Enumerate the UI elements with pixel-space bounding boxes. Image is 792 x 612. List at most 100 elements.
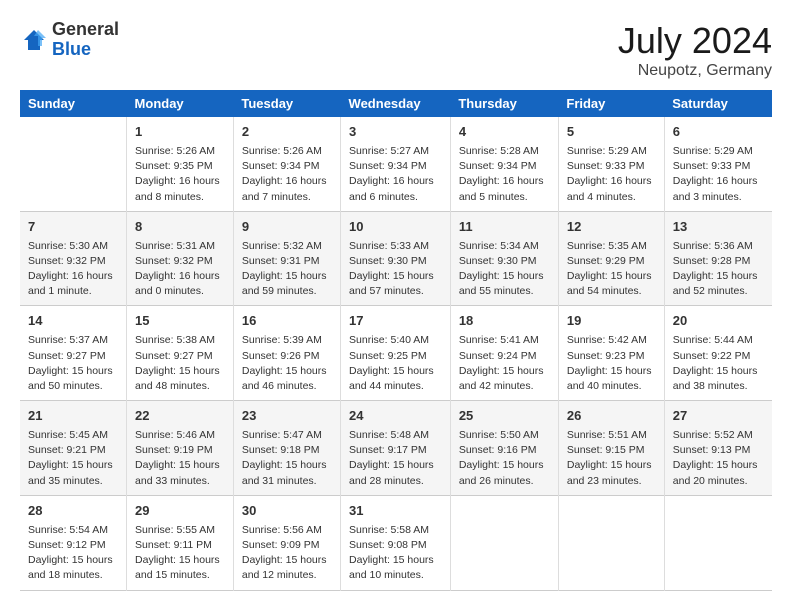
day-info: Sunrise: 5:28 AM Sunset: 9:34 PM Dayligh… — [459, 144, 550, 205]
day-info: Sunrise: 5:35 AM Sunset: 9:29 PM Dayligh… — [567, 239, 656, 300]
calendar-week-row: 7Sunrise: 5:30 AM Sunset: 9:32 PM Daylig… — [20, 211, 772, 306]
day-number: 14 — [28, 312, 118, 331]
calendar-cell: 24Sunrise: 5:48 AM Sunset: 9:17 PM Dayli… — [341, 401, 451, 496]
day-info: Sunrise: 5:36 AM Sunset: 9:28 PM Dayligh… — [673, 239, 764, 300]
day-number: 15 — [135, 312, 225, 331]
day-number: 3 — [349, 123, 442, 142]
day-number: 29 — [135, 502, 225, 521]
day-number: 26 — [567, 407, 656, 426]
day-info: Sunrise: 5:52 AM Sunset: 9:13 PM Dayligh… — [673, 428, 764, 489]
day-info: Sunrise: 5:55 AM Sunset: 9:11 PM Dayligh… — [135, 523, 225, 584]
day-info: Sunrise: 5:58 AM Sunset: 9:08 PM Dayligh… — [349, 523, 442, 584]
day-info: Sunrise: 5:54 AM Sunset: 9:12 PM Dayligh… — [28, 523, 118, 584]
day-info: Sunrise: 5:51 AM Sunset: 9:15 PM Dayligh… — [567, 428, 656, 489]
day-info: Sunrise: 5:45 AM Sunset: 9:21 PM Dayligh… — [28, 428, 118, 489]
col-header-monday: Monday — [127, 90, 234, 117]
day-info: Sunrise: 5:34 AM Sunset: 9:30 PM Dayligh… — [459, 239, 550, 300]
day-info: Sunrise: 5:42 AM Sunset: 9:23 PM Dayligh… — [567, 333, 656, 394]
day-info: Sunrise: 5:29 AM Sunset: 9:33 PM Dayligh… — [567, 144, 656, 205]
logo-icon — [20, 26, 48, 54]
day-info: Sunrise: 5:26 AM Sunset: 9:35 PM Dayligh… — [135, 144, 225, 205]
calendar-cell: 31 Sunrise: 5:58 AM Sunset: 9:08 PM Dayli… — [341, 495, 451, 590]
calendar-cell: 27 Sunrise: 5:52 AM Sunset: 9:13 PM Dayli… — [664, 401, 772, 496]
day-number: 4 — [459, 123, 550, 142]
day-number: 18 — [459, 312, 550, 331]
day-info: Sunrise: 5:40 AM Sunset: 9:25 PM Dayligh… — [349, 333, 442, 394]
day-number: 27 — [673, 407, 764, 426]
day-info: Sunrise: 5:26 AM Sunset: 9:34 PM Dayligh… — [242, 144, 332, 205]
calendar-cell: 18 Sunrise: 5:41 AM Sunset: 9:24 PM Dayli… — [450, 306, 558, 401]
calendar-cell: 2 Sunrise: 5:26 AM Sunset: 9:34 PM Daylig… — [233, 117, 340, 211]
calendar-week-row: 28 Sunrise: 5:54 AM Sunset: 9:12 PM Dayli… — [20, 495, 772, 590]
calendar-cell: 20Sunrise: 5:44 AM Sunset: 9:22 PM Dayli… — [664, 306, 772, 401]
calendar-cell: 6Sunrise: 5:29 AM Sunset: 9:33 PM Daylig… — [664, 117, 772, 211]
day-info: Sunrise: 5:56 AM Sunset: 9:09 PM Dayligh… — [242, 523, 332, 584]
calendar-header-row: SundayMondayTuesdayWednesdayThursdayFrid… — [20, 90, 772, 117]
calendar-cell: 13 Sunrise: 5:36 AM Sunset: 9:28 PM Dayli… — [664, 211, 772, 306]
day-info: Sunrise: 5:47 AM Sunset: 9:18 PM Dayligh… — [242, 428, 332, 489]
day-info: Sunrise: 5:30 AM Sunset: 9:32 PM Dayligh… — [28, 239, 118, 300]
day-info: Sunrise: 5:39 AM Sunset: 9:26 PM Dayligh… — [242, 333, 332, 394]
day-number: 28 — [28, 502, 118, 521]
day-number: 11 — [459, 218, 550, 237]
calendar-cell: 19 Sunrise: 5:42 AM Sunset: 9:23 PM Dayli… — [558, 306, 664, 401]
location: Neupotz, Germany — [618, 62, 772, 80]
calendar-cell: 17 Sunrise: 5:40 AM Sunset: 9:25 PM Dayli… — [341, 306, 451, 401]
col-header-friday: Friday — [558, 90, 664, 117]
calendar-cell: 5 Sunrise: 5:29 AM Sunset: 9:33 PM Daylig… — [558, 117, 664, 211]
day-info: Sunrise: 5:29 AM Sunset: 9:33 PM Dayligh… — [673, 144, 764, 205]
calendar-cell: 28 Sunrise: 5:54 AM Sunset: 9:12 PM Dayli… — [20, 495, 127, 590]
day-info: Sunrise: 5:44 AM Sunset: 9:22 PM Dayligh… — [673, 333, 764, 394]
day-number: 13 — [673, 218, 764, 237]
logo-text: General Blue — [52, 20, 119, 60]
calendar-cell: 11 Sunrise: 5:34 AM Sunset: 9:30 PM Dayli… — [450, 211, 558, 306]
day-info: Sunrise: 5:31 AM Sunset: 9:32 PM Dayligh… — [135, 239, 225, 300]
day-number: 16 — [242, 312, 332, 331]
calendar-cell — [664, 495, 772, 590]
calendar-week-row: 1 Sunrise: 5:26 AM Sunset: 9:35 PM Daylig… — [20, 117, 772, 211]
day-number: 2 — [242, 123, 332, 142]
calendar-cell — [450, 495, 558, 590]
calendar-cell: 4 Sunrise: 5:28 AM Sunset: 9:34 PM Daylig… — [450, 117, 558, 211]
calendar-cell: 15Sunrise: 5:38 AM Sunset: 9:27 PM Dayli… — [127, 306, 234, 401]
day-number: 19 — [567, 312, 656, 331]
day-info: Sunrise: 5:33 AM Sunset: 9:30 PM Dayligh… — [349, 239, 442, 300]
day-number: 31 — [349, 502, 442, 521]
day-info: Sunrise: 5:37 AM Sunset: 9:27 PM Dayligh… — [28, 333, 118, 394]
day-number: 1 — [135, 123, 225, 142]
calendar-cell: 26 Sunrise: 5:51 AM Sunset: 9:15 PM Dayli… — [558, 401, 664, 496]
day-number: 9 — [242, 218, 332, 237]
page-header: General Blue July 2024 Neupotz, Germany — [20, 20, 772, 80]
month-title: July 2024 — [618, 20, 772, 62]
calendar-week-row: 14 Sunrise: 5:37 AM Sunset: 9:27 PM Dayli… — [20, 306, 772, 401]
day-number: 5 — [567, 123, 656, 142]
day-number: 30 — [242, 502, 332, 521]
logo: General Blue — [20, 20, 119, 60]
calendar-cell: 21Sunrise: 5:45 AM Sunset: 9:21 PM Dayli… — [20, 401, 127, 496]
calendar-cell: 1 Sunrise: 5:26 AM Sunset: 9:35 PM Daylig… — [127, 117, 234, 211]
day-info: Sunrise: 5:27 AM Sunset: 9:34 PM Dayligh… — [349, 144, 442, 205]
calendar-cell — [558, 495, 664, 590]
calendar-cell: 14 Sunrise: 5:37 AM Sunset: 9:27 PM Dayli… — [20, 306, 127, 401]
calendar-week-row: 21Sunrise: 5:45 AM Sunset: 9:21 PM Dayli… — [20, 401, 772, 496]
calendar-cell: 29 Sunrise: 5:55 AM Sunset: 9:11 PM Dayli… — [127, 495, 234, 590]
day-number: 23 — [242, 407, 332, 426]
day-number: 17 — [349, 312, 442, 331]
day-info: Sunrise: 5:50 AM Sunset: 9:16 PM Dayligh… — [459, 428, 550, 489]
day-number: 25 — [459, 407, 550, 426]
calendar-cell: 9 Sunrise: 5:32 AM Sunset: 9:31 PM Daylig… — [233, 211, 340, 306]
calendar-table: SundayMondayTuesdayWednesdayThursdayFrid… — [20, 90, 772, 591]
day-info: Sunrise: 5:46 AM Sunset: 9:19 PM Dayligh… — [135, 428, 225, 489]
day-info: Sunrise: 5:32 AM Sunset: 9:31 PM Dayligh… — [242, 239, 332, 300]
calendar-cell: 10 Sunrise: 5:33 AM Sunset: 9:30 PM Dayli… — [341, 211, 451, 306]
calendar-cell: 7Sunrise: 5:30 AM Sunset: 9:32 PM Daylig… — [20, 211, 127, 306]
calendar-cell: 16 Sunrise: 5:39 AM Sunset: 9:26 PM Dayli… — [233, 306, 340, 401]
col-header-tuesday: Tuesday — [233, 90, 340, 117]
day-info: Sunrise: 5:41 AM Sunset: 9:24 PM Dayligh… — [459, 333, 550, 394]
col-header-saturday: Saturday — [664, 90, 772, 117]
calendar-cell: 3 Sunrise: 5:27 AM Sunset: 9:34 PM Daylig… — [341, 117, 451, 211]
col-header-sunday: Sunday — [20, 90, 127, 117]
col-header-thursday: Thursday — [450, 90, 558, 117]
calendar-cell — [20, 117, 127, 211]
day-number: 10 — [349, 218, 442, 237]
